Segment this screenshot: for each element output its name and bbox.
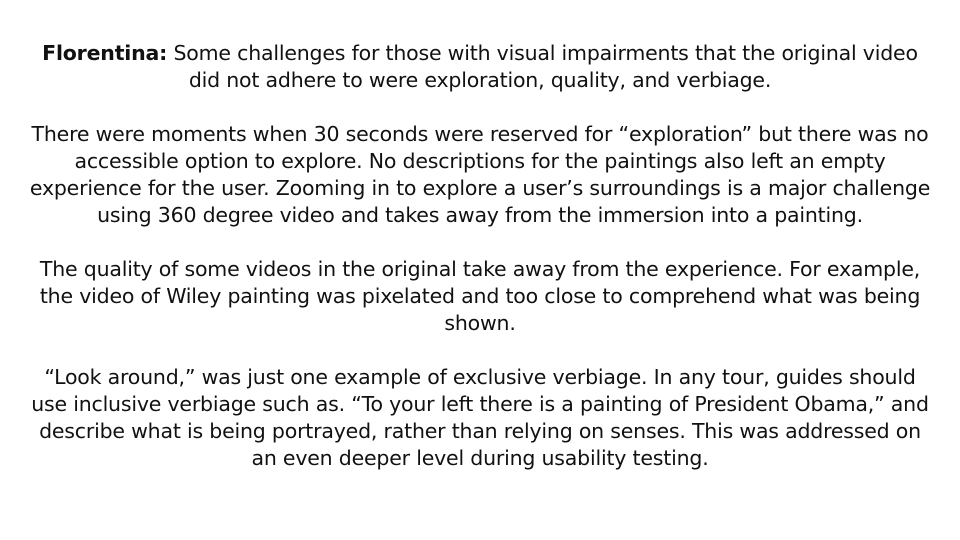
quality-paragraph: The quality of some videos in the origin…: [39, 257, 921, 335]
exploration-paragraph: There were moments when 30 seconds were …: [29, 122, 931, 227]
speaker-name: Florentina:: [42, 41, 168, 65]
intro-paragraph: Florentina: Some challenges for those wi…: [26, 40, 934, 94]
verbiage-paragraph: “Look around,” was just one example of e…: [31, 365, 929, 470]
slide: Florentina: Some challenges for those wi…: [0, 0, 960, 540]
intro-text: Some challenges for those with visual im…: [173, 41, 918, 92]
